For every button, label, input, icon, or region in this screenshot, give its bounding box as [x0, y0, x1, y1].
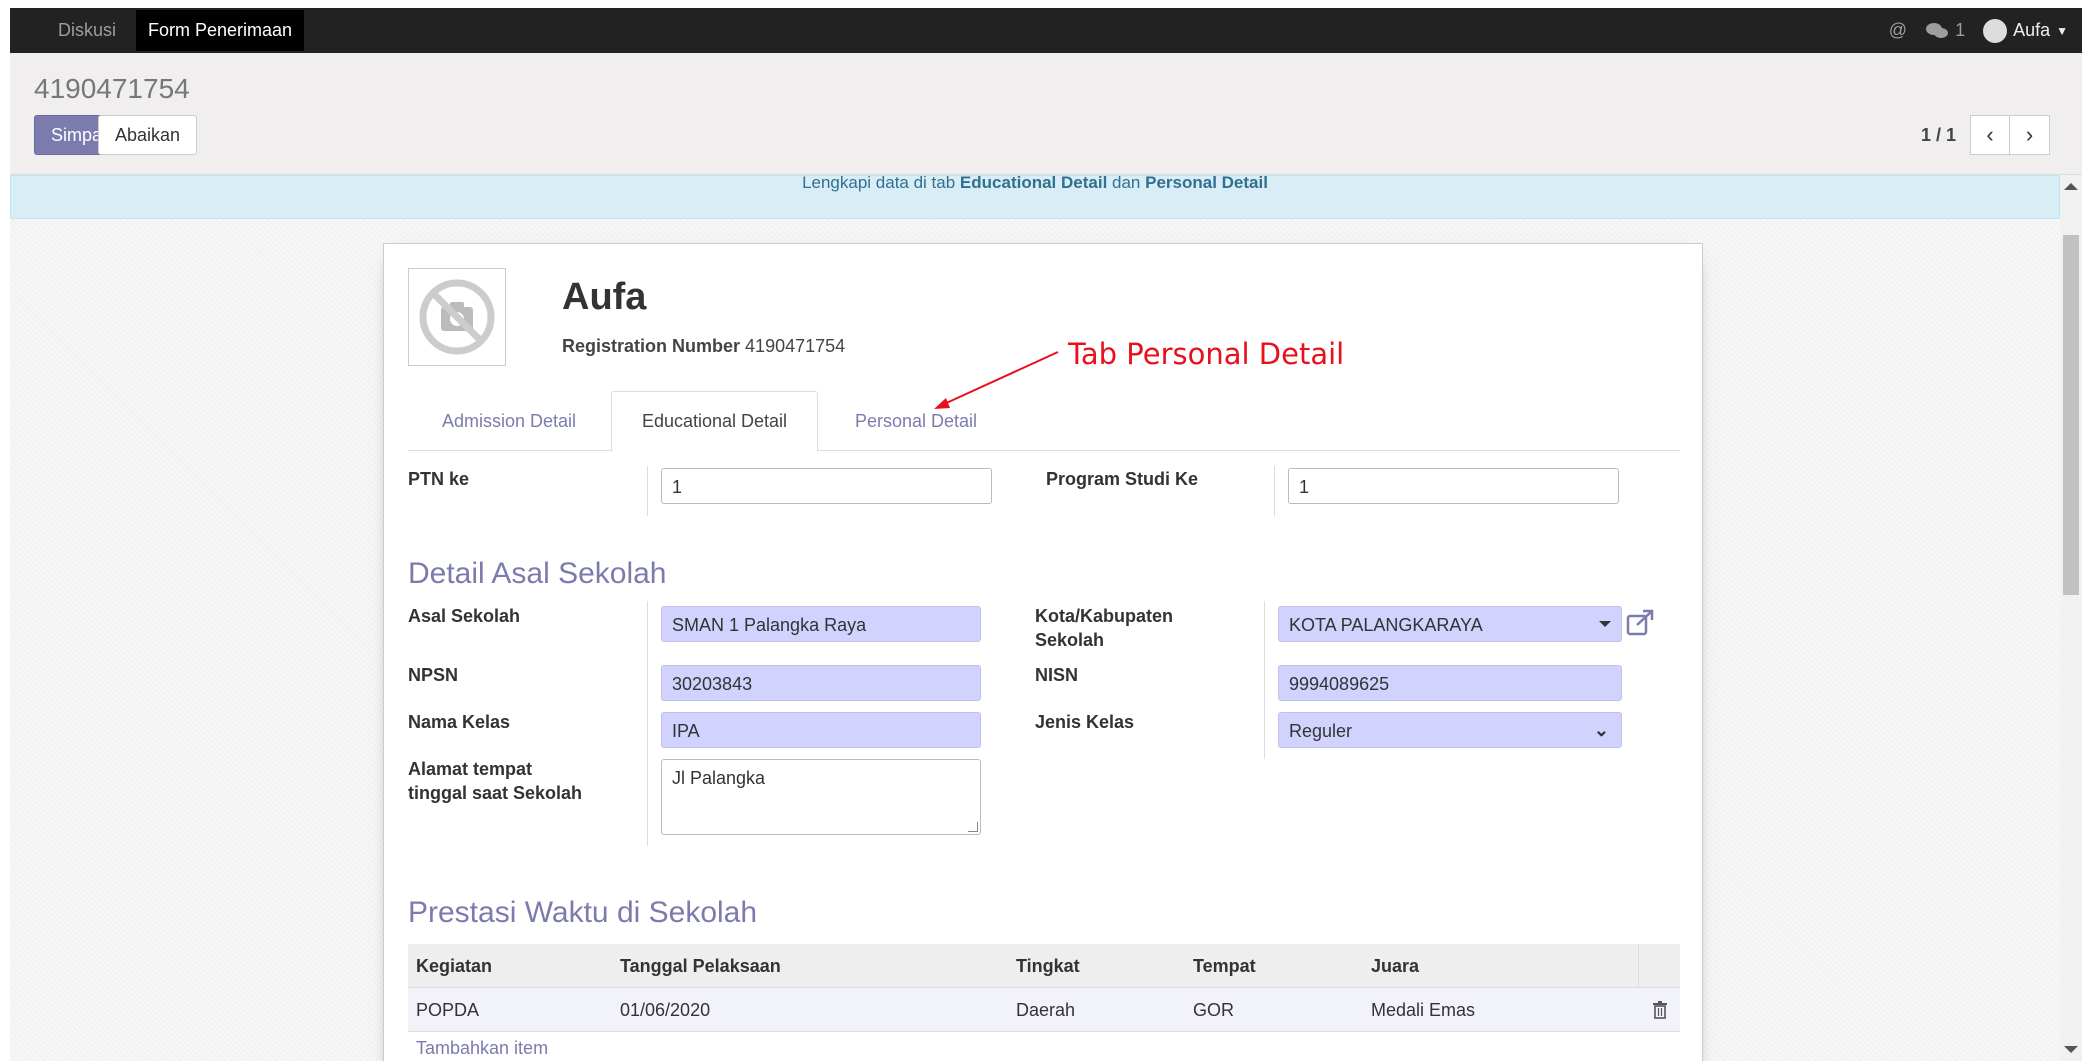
- alamat-label: Alamat tempat tinggal saat Sekolah: [408, 757, 582, 805]
- mention-icon[interactable]: @: [1889, 20, 1907, 41]
- menu-item-diskusi[interactable]: Diskusi: [46, 10, 128, 51]
- external-link-icon[interactable]: [1626, 609, 1656, 637]
- chevron-left-icon: ‹: [1986, 122, 1994, 147]
- divider: [1274, 466, 1275, 516]
- discard-button[interactable]: Abaikan: [98, 115, 198, 155]
- tab-admission-detail[interactable]: Admission Detail: [408, 391, 610, 451]
- divider: [647, 601, 648, 846]
- nama-kelas-label: Nama Kelas: [408, 712, 511, 732]
- alert-text: Lengkapi data di tab: [802, 175, 960, 192]
- student-name: Aufa: [562, 276, 647, 318]
- pager: 1 / 1 ‹ ›: [1921, 115, 2050, 155]
- form-sheet: Aufa Registration Number 4190471754 Admi…: [383, 243, 1703, 1061]
- control-panel: 4190471754 Simpan Abaikan 1 / 1 ‹ ›: [10, 53, 2082, 175]
- alamat-label-line-2: tinggal saat Sekolah: [408, 783, 583, 803]
- breadcrumb: 4190471754: [34, 73, 190, 104]
- alamat-value: Jl Palangka: [672, 768, 766, 788]
- prodi-input[interactable]: 1: [1288, 468, 1619, 504]
- npsn-label: NPSN: [408, 665, 459, 685]
- registration-number-value: 4190471754: [745, 336, 846, 356]
- prestasi-table: Kegiatan Tanggal Pelaksaan Tingkat Tempa…: [408, 944, 1680, 1061]
- chevron-right-icon: ›: [2025, 122, 2034, 147]
- alert-tab-educational: Educational Detail: [959, 175, 1108, 192]
- column-header[interactable]: Tanggal Pelaksaan: [620, 944, 781, 988]
- resize-handle-icon[interactable]: [968, 822, 978, 832]
- scrollbar-thumb[interactable]: [2063, 235, 2079, 595]
- asal-sekolah-input[interactable]: SMAN 1 Palangka Raya: [661, 606, 981, 642]
- student-photo[interactable]: [408, 268, 506, 366]
- user-name: Aufa: [2013, 20, 2051, 40]
- registration-number-label: Registration Number: [562, 336, 741, 356]
- kota-select-value: KOTA PALANGKARAYA: [1289, 615, 1483, 635]
- scroll-down-arrow-icon[interactable]: [2064, 1046, 2078, 1053]
- prodi-label: Program Studi Ke: [1046, 469, 1199, 489]
- no-camera-icon: [419, 279, 495, 355]
- table-cell: 01/06/2020: [620, 1000, 711, 1020]
- asal-sekolah-label: Asal Sekolah: [408, 606, 521, 626]
- systray: @ 1 Aufa ▼: [1889, 8, 2082, 53]
- chat-bubbles-icon: [1926, 22, 1949, 38]
- divider: [647, 466, 648, 516]
- table-header: Kegiatan Tanggal Pelaksaan Tingkat Tempa…: [408, 944, 1680, 988]
- kota-label-line-1: Kota/Kabupaten: [1035, 606, 1174, 626]
- app-menu: Diskusi Form Penerimaan: [46, 8, 305, 53]
- column-header[interactable]: Kegiatan: [416, 944, 492, 988]
- ptn-input[interactable]: 1: [661, 468, 992, 504]
- column-header[interactable]: Tingkat: [1016, 944, 1080, 988]
- kota-select[interactable]: KOTA PALANGKARAYA: [1278, 606, 1622, 642]
- info-alert: Lengkapi data di tab Educational Detail …: [10, 175, 2060, 219]
- form-tabs: Admission Detail Educational Detail Pers…: [408, 391, 1680, 452]
- divider: [1264, 601, 1265, 759]
- user-avatar: [1983, 18, 2008, 43]
- user-menu[interactable]: Aufa ▼: [1983, 18, 2068, 43]
- nama-kelas-input[interactable]: IPA: [661, 712, 981, 748]
- messages-indicator[interactable]: 1: [1925, 20, 1965, 41]
- section-title-school: Detail Asal Sekolah: [408, 557, 667, 590]
- table-cell: Daerah: [1016, 1000, 1076, 1020]
- alert-text-mid: dan: [1107, 175, 1146, 192]
- menu-item-form-penerimaan[interactable]: Form Penerimaan: [136, 10, 305, 51]
- table-cell: Medali Emas: [1371, 1000, 1476, 1020]
- section-title-prestasi: Prestasi Waktu di Sekolah: [408, 896, 758, 929]
- top-navbar: Diskusi Form Penerimaan @ 1 Aufa ▼: [10, 8, 2082, 53]
- alert-tab-personal: Personal Detail: [1145, 175, 1268, 192]
- trash-icon[interactable]: [1652, 1001, 1668, 1019]
- ptn-label: PTN ke: [408, 469, 470, 489]
- caret-down-icon: [1599, 621, 1611, 627]
- table-cell: GOR: [1193, 1000, 1235, 1020]
- caret-down-icon: ▼: [2056, 23, 2068, 38]
- scroll-up-arrow-icon[interactable]: [2064, 183, 2078, 190]
- alamat-label-line-1: Alamat tempat: [408, 759, 533, 779]
- column-header[interactable]: Tempat: [1193, 944, 1256, 988]
- nisn-input[interactable]: 9994089625: [1278, 665, 1622, 701]
- pager-value[interactable]: 1 / 1: [1921, 125, 1956, 146]
- pager-next-button[interactable]: ›: [2010, 115, 2050, 155]
- tab-educational-detail[interactable]: Educational Detail: [611, 391, 818, 452]
- jenis-kelas-value: Reguler: [1289, 721, 1353, 741]
- table-row[interactable]: POPDA 01/06/2020 Daerah GOR Medali Emas: [408, 988, 1680, 1032]
- column-header[interactable]: Juara: [1371, 944, 1419, 988]
- kota-label: Kota/Kabupaten Sekolah: [1035, 604, 1173, 652]
- alamat-textarea[interactable]: Jl Palangka: [661, 759, 981, 835]
- table-cell: POPDA: [416, 1000, 480, 1020]
- kota-label-line-2: Sekolah: [1035, 630, 1105, 650]
- nisn-label: NISN: [1035, 665, 1079, 685]
- messages-count: 1: [1955, 20, 1966, 40]
- tab-personal-detail[interactable]: Personal Detail: [819, 391, 1013, 451]
- registration-number: Registration Number 4190471754: [562, 336, 845, 357]
- chevron-down-icon: ⌄: [1593, 720, 1609, 740]
- add-item-link[interactable]: Tambahkan item: [408, 1032, 1680, 1061]
- jenis-kelas-select[interactable]: Reguler ⌄: [1278, 712, 1622, 748]
- vertical-scrollbar[interactable]: [2060, 175, 2082, 1061]
- jenis-kelas-label: Jenis Kelas: [1035, 712, 1135, 732]
- divider: [1638, 944, 1639, 988]
- pager-previous-button[interactable]: ‹: [1970, 115, 2010, 155]
- form-content: Lengkapi data di tab Educational Detail …: [10, 175, 2060, 1061]
- annotation-label: Tab Personal Detail: [1068, 337, 1345, 371]
- npsn-input[interactable]: 30203843: [661, 665, 981, 701]
